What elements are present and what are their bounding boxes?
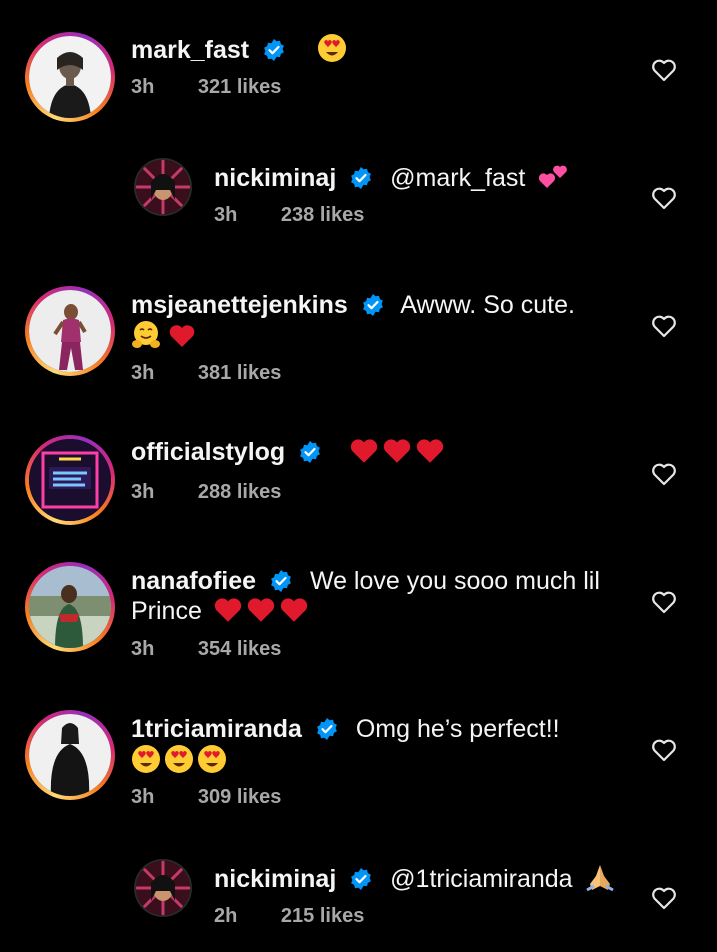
comment-meta: 2h 215 likes bbox=[214, 905, 364, 928]
red-heart-emoji bbox=[416, 439, 444, 463]
like-heart-icon[interactable] bbox=[651, 738, 677, 762]
username[interactable]: nickiminaj bbox=[214, 164, 336, 192]
comment-meta: 3h 381 likes bbox=[131, 362, 281, 385]
avatar[interactable] bbox=[25, 32, 115, 122]
avatar[interactable] bbox=[25, 562, 115, 652]
comment-time: 3h bbox=[131, 481, 155, 503]
avatar[interactable] bbox=[25, 435, 115, 525]
username[interactable]: nanafofiee bbox=[131, 567, 256, 595]
username[interactable]: mark_fast bbox=[131, 36, 249, 64]
red-heart-emoji bbox=[350, 439, 378, 463]
comment-time: 2h bbox=[214, 905, 238, 927]
comment-body: Awww. So cute. bbox=[400, 291, 575, 319]
like-heart-icon[interactable] bbox=[651, 590, 677, 614]
comment-time: 3h bbox=[131, 362, 155, 384]
verified-badge-icon bbox=[316, 718, 337, 740]
comment-meta: 3h 238 likes bbox=[214, 204, 364, 227]
username[interactable]: nickiminaj bbox=[214, 865, 336, 893]
like-heart-icon[interactable] bbox=[651, 314, 677, 338]
red-heart-emoji bbox=[169, 325, 195, 347]
comment-text: nanafofiee We love you sooo much lil Pri… bbox=[131, 566, 611, 626]
comment-body: Omg he’s perfect!! bbox=[355, 715, 560, 743]
verified-badge-icon bbox=[300, 441, 321, 463]
avatar[interactable] bbox=[25, 710, 115, 800]
hugging-face-emoji bbox=[132, 321, 160, 348]
avatar[interactable] bbox=[134, 859, 192, 917]
comment-text: nickiminaj @1triciamiranda bbox=[214, 862, 694, 894]
verified-badge-icon bbox=[271, 570, 291, 592]
comment-body[interactable]: @1triciamiranda bbox=[390, 865, 572, 893]
verified-badge-icon bbox=[264, 39, 284, 61]
heart-eyes-emoji bbox=[132, 745, 160, 773]
comment-meta: 3h 288 likes bbox=[131, 481, 281, 504]
comment-meta: 3h 354 likes bbox=[131, 638, 281, 661]
red-heart-emoji bbox=[214, 598, 242, 622]
username[interactable]: officialstylog bbox=[131, 438, 285, 466]
verified-badge-icon bbox=[351, 167, 372, 189]
comment-text: officialstylog bbox=[131, 437, 611, 467]
comment-text: nickiminaj @mark_fast bbox=[214, 162, 694, 193]
two-hearts-emoji bbox=[539, 165, 568, 188]
comment-time: 3h bbox=[131, 786, 155, 808]
folded-hands-emoji bbox=[585, 865, 614, 892]
like-heart-icon[interactable] bbox=[651, 462, 677, 486]
username[interactable]: 1triciamiranda bbox=[131, 715, 302, 743]
heart-eyes-emoji bbox=[318, 34, 347, 62]
avatar[interactable] bbox=[134, 158, 192, 216]
comment-likes[interactable]: 215 likes bbox=[281, 905, 364, 927]
avatar[interactable] bbox=[25, 286, 115, 376]
red-heart-emoji bbox=[280, 598, 308, 622]
comment-likes[interactable]: 238 likes bbox=[281, 204, 364, 226]
comment-meta: 3h 321 likes bbox=[131, 76, 281, 99]
verified-badge-icon bbox=[362, 294, 383, 316]
like-heart-icon[interactable] bbox=[651, 886, 677, 910]
red-heart-emoji bbox=[383, 439, 411, 463]
red-heart-emoji bbox=[247, 598, 275, 622]
comment-text: msjeanettejenkins Awww. So cute. bbox=[131, 290, 611, 352]
comment-likes[interactable]: 288 likes bbox=[198, 481, 281, 503]
comment-likes[interactable]: 309 likes bbox=[198, 786, 281, 808]
heart-eyes-emoji bbox=[198, 745, 226, 773]
comment-time: 3h bbox=[214, 204, 238, 226]
comment-text: mark_fast bbox=[131, 33, 611, 65]
comment-text: 1triciamiranda Omg he’s perfect!! bbox=[131, 714, 611, 776]
username[interactable]: msjeanettejenkins bbox=[131, 291, 348, 319]
like-heart-icon[interactable] bbox=[651, 58, 677, 82]
heart-eyes-emoji bbox=[165, 745, 193, 773]
comment-likes[interactable]: 321 likes bbox=[198, 76, 281, 98]
verified-badge-icon bbox=[351, 868, 372, 890]
like-heart-icon[interactable] bbox=[651, 186, 677, 210]
comment-likes[interactable]: 354 likes bbox=[198, 638, 281, 660]
comment-meta: 3h 309 likes bbox=[131, 786, 281, 809]
comment-time: 3h bbox=[131, 638, 155, 660]
comment-time: 3h bbox=[131, 76, 155, 98]
comment-body[interactable]: @mark_fast bbox=[390, 164, 525, 192]
comment-likes[interactable]: 381 likes bbox=[198, 362, 281, 384]
